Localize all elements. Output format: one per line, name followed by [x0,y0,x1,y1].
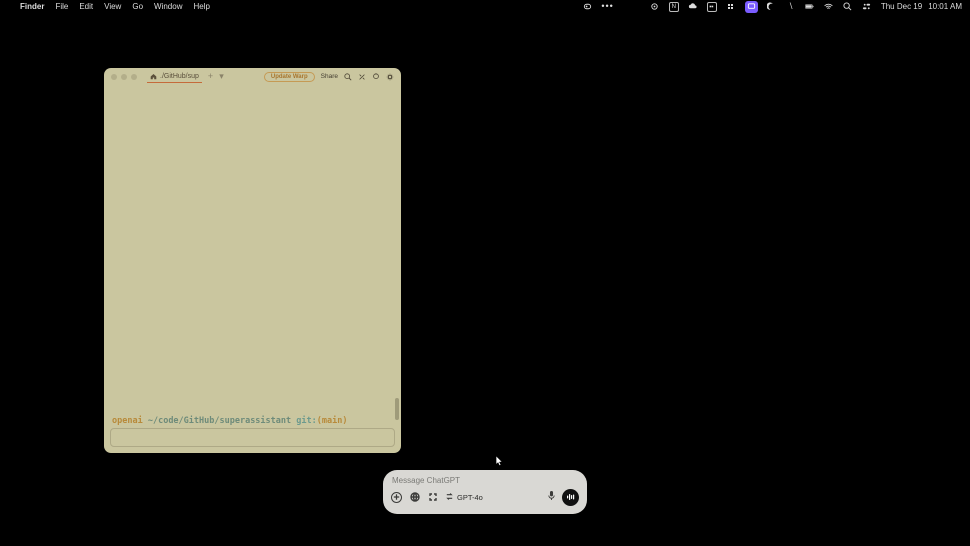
screen-capture-icon[interactable] [745,1,758,13]
voice-mode-button[interactable] [562,489,579,506]
attach-button[interactable] [391,492,402,503]
menu-view[interactable]: View [104,2,121,11]
menubar-app-name[interactable]: Finder [20,2,44,11]
menubar-right: ••• N ∖ Thu Dec 19 10:01 AM [582,1,970,13]
battery-icon[interactable] [805,2,815,12]
new-tab-button[interactable]: + [208,72,213,81]
prompt-host: openai [112,416,143,426]
minimize-window-button[interactable] [121,74,127,80]
menubar-clock[interactable]: Thu Dec 19 10:01 AM [881,2,962,11]
warp-terminal-body[interactable]: openai ~/code/GitHub/superassistant git:… [104,85,401,453]
status-icon-1[interactable] [582,2,592,12]
prompt-git-label: git: [296,416,316,426]
status-dots-icon[interactable]: ••• [601,2,613,11]
menu-file[interactable]: File [55,2,68,11]
cloud-icon[interactable] [688,2,698,12]
chatgpt-toolbar: GPT-4o [391,488,579,506]
menubar-time: 10:01 AM [928,2,962,11]
settings-icon[interactable] [386,73,394,81]
menu-go[interactable]: Go [132,2,143,11]
wifi-icon[interactable] [824,2,834,12]
warp-titlebar-right: Update Warp Share [264,72,394,82]
warp-tab-label: ./GitHub/sup [160,73,199,80]
mac-menubar: Finder File Edit View Go Window Help •••… [0,0,970,13]
search-icon[interactable] [344,73,352,81]
prompt-path: ~/code/GitHub/superassistant [148,416,291,426]
menubar-left: Finder File Edit View Go Window Help [0,2,210,11]
mouse-cursor-icon [495,454,504,466]
ai-icon[interactable] [372,73,380,81]
terminal-input[interactable] [110,428,395,447]
control-center-icon[interactable] [862,2,872,12]
terminal-prompt: openai ~/code/GitHub/superassistant git:… [112,416,347,426]
backslash-icon[interactable]: ∖ [786,2,796,12]
do-not-disturb-icon[interactable] [767,2,777,12]
expand-icon[interactable] [427,492,438,503]
globe-icon[interactable] [409,492,420,503]
chatgpt-input-placeholder[interactable]: Message ChatGPT [391,474,579,488]
gear-icon[interactable] [650,2,660,12]
home-icon [150,73,157,80]
warp-tab-active[interactable]: ./GitHub/sup [147,71,202,83]
menubar-date: Thu Dec 19 [881,2,922,11]
prompt-branch: main [322,416,342,426]
warp-terminal-window[interactable]: ./GitHub/sup + ▾ Update Warp Share opena… [104,68,401,453]
model-swap-icon [445,492,454,503]
app-grid-icon[interactable] [726,2,736,12]
scrollbar-thumb[interactable] [395,398,399,420]
update-warp-button[interactable]: Update Warp [264,72,315,82]
model-label: GPT-4o [457,493,483,502]
zoom-window-button[interactable] [131,74,137,80]
chatgpt-launcher[interactable]: Message ChatGPT GPT-4o [383,470,587,514]
window-traffic-lights [111,74,137,80]
warp-tabs: ./GitHub/sup + ▾ [147,71,224,83]
command-palette-icon[interactable] [358,73,366,81]
microphone-icon[interactable] [547,488,556,506]
prompt-close-paren: ) [342,416,347,426]
docker-icon[interactable] [707,2,717,12]
tab-options-caret[interactable]: ▾ [219,72,224,81]
search-icon[interactable] [843,2,853,12]
model-picker[interactable]: GPT-4o [445,492,483,503]
warp-titlebar: ./GitHub/sup + ▾ Update Warp Share [104,68,401,85]
menu-edit[interactable]: Edit [79,2,93,11]
close-window-button[interactable] [111,74,117,80]
menu-help[interactable]: Help [193,2,209,11]
share-button[interactable]: Share [321,73,338,80]
menu-window[interactable]: Window [154,2,182,11]
notion-icon[interactable]: N [669,2,679,12]
